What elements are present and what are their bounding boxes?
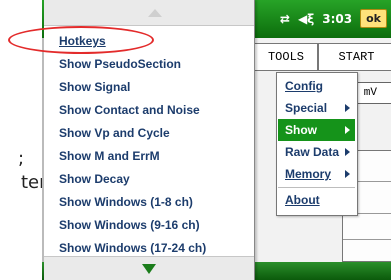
submenu-item-label: About: [285, 193, 320, 207]
submenu-item-memory[interactable]: Memory: [278, 163, 355, 185]
menu-item-show-contact-and-noise[interactable]: Show Contact and Noise: [59, 103, 200, 117]
menu-scroll-up[interactable]: [44, 0, 254, 26]
start-button[interactable]: START: [318, 43, 391, 71]
menu-item-show-windows-9-16[interactable]: Show Windows (9-16 ch): [59, 218, 200, 232]
menu-item-show-decay[interactable]: Show Decay: [59, 172, 130, 186]
ok-button[interactable]: ok: [360, 9, 387, 28]
chart-gridline: [343, 239, 391, 240]
submenu-item-special[interactable]: Special: [278, 97, 355, 119]
clock[interactable]: 3:03: [322, 12, 352, 26]
submenu-item-label: Memory: [285, 167, 332, 181]
status-area: ⇄ ◀ξ 3:03 ok: [280, 9, 387, 28]
submenu-item-label: Special: [285, 101, 328, 115]
submenu-item-about[interactable]: About: [278, 189, 355, 211]
submenu-divider: [278, 187, 355, 188]
submenu-arrow-icon: [345, 104, 350, 112]
submenu-item-label: Show: [285, 123, 317, 137]
menu-item-show-pseudosection[interactable]: Show PseudoSection: [59, 57, 181, 71]
tools-button[interactable]: TOOLS: [254, 43, 318, 71]
scroll-up-arrow-icon: [148, 9, 162, 17]
volume-icon[interactable]: ◀ξ: [298, 12, 314, 26]
annotation-ellipse: [8, 26, 154, 54]
scroll-down-arrow-icon: [142, 264, 156, 274]
submenu-item-raw-data[interactable]: Raw Data: [278, 141, 355, 163]
menu-item-show-vp-and-cycle[interactable]: Show Vp and Cycle: [59, 126, 170, 140]
tools-submenu: Config Special Show Raw Data Memory Abou…: [276, 72, 358, 216]
submenu-item-config[interactable]: Config: [278, 75, 355, 97]
menu-item-show-signal[interactable]: Show Signal: [59, 80, 130, 94]
submenu-arrow-icon: [345, 126, 350, 134]
submenu-item-label: Raw Data: [285, 145, 340, 159]
submenu-arrow-icon: [345, 170, 350, 178]
menu-item-show-windows-1-8[interactable]: Show Windows (1-8 ch): [59, 195, 193, 209]
connectivity-icon[interactable]: ⇄: [280, 12, 290, 26]
submenu-item-show[interactable]: Show: [278, 119, 355, 141]
submenu-arrow-icon: [345, 148, 350, 156]
submenu-item-label: Config: [285, 79, 323, 93]
menu-item-show-m-and-errm[interactable]: Show M and ErrM: [59, 149, 160, 163]
menu-scroll-down[interactable]: [44, 256, 254, 280]
menu-item-show-windows-17-24[interactable]: Show Windows (17-24 ch): [59, 241, 206, 255]
document-text-fragment: ;: [18, 148, 25, 169]
